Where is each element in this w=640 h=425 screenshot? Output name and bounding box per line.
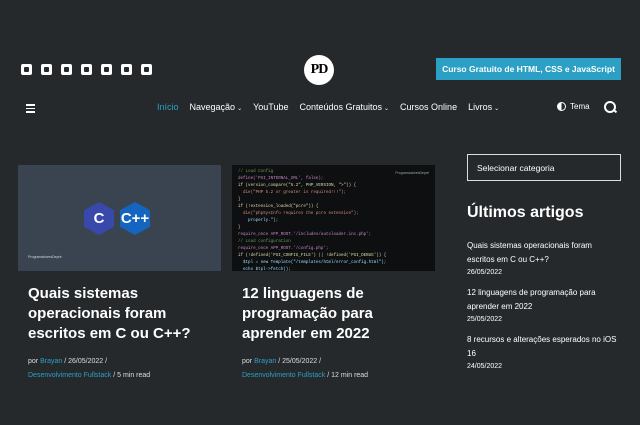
nav-item-cursos-online[interactable]: Cursos Online — [400, 102, 457, 112]
latest-article-link[interactable]: 12 linguagens de programação para aprend… — [467, 286, 621, 314]
chevron-down-icon: ⌄ — [494, 106, 500, 112]
site-header: PD Curso Gratuito de HTML, CSS e JavaScr… — [0, 0, 640, 140]
cpp-logo-icon: C++ — [120, 202, 150, 235]
site-logo[interactable]: PD — [304, 55, 334, 85]
contrast-icon — [557, 102, 566, 111]
post-card: C C++ ProgramadoresDepré Quais sistemas … — [18, 165, 221, 383]
post-card: ProgramadoresDepré // Load Config define… — [232, 165, 435, 383]
search-icon[interactable] — [604, 101, 618, 114]
nav-item-conteudos-gratuitos[interactable]: Conteúdos Gratuitos ⌄ — [299, 102, 389, 112]
post-date: 25/05/2022 — [282, 358, 318, 365]
telegram-icon[interactable] — [101, 64, 112, 75]
latest-articles-heading: Últimos artigos — [467, 204, 584, 221]
author-link[interactable]: Brayan — [40, 358, 62, 365]
main-nav: Início Navegação ⌄ YouTube Conteúdos Grat… — [157, 102, 510, 112]
latest-article: Quais sistemas operacionais foram escrit… — [467, 239, 621, 276]
facebook-icon[interactable] — [21, 64, 32, 75]
post-thumbnail[interactable]: ProgramadoresDepré // Load Config define… — [232, 165, 435, 271]
latest-article: 12 linguagens de programação para aprend… — [467, 286, 621, 323]
post-title[interactable]: Quais sistemas operacionais foram escrit… — [18, 284, 218, 344]
post-thumbnail[interactable]: C C++ ProgramadoresDepré — [18, 165, 221, 271]
social-links — [21, 64, 152, 75]
menu-icon[interactable] — [26, 104, 35, 115]
chevron-down-icon: ⌄ — [384, 106, 390, 112]
latest-article-link[interactable]: 8 recursos e alterações esperados no iOS… — [467, 333, 621, 361]
rss-icon[interactable] — [141, 64, 152, 75]
nav-item-livros[interactable]: Livros ⌄ — [468, 102, 499, 112]
post-date: 26/05/2022 — [68, 358, 104, 365]
thumbnail-watermark: ProgramadoresDepré — [28, 255, 62, 259]
latest-article-date: 24/05/2022 — [467, 363, 503, 370]
latest-article-date: 26/05/2022 — [467, 269, 503, 276]
instagram-icon[interactable] — [81, 64, 92, 75]
page-bottom-mask — [0, 378, 640, 425]
category-select[interactable]: Selecionar categoria — [467, 154, 621, 181]
github-icon[interactable] — [121, 64, 132, 75]
c-logo-icon: C — [84, 202, 114, 235]
youtube-icon[interactable] — [61, 64, 72, 75]
latest-article-date: 25/05/2022 — [467, 316, 503, 323]
latest-article-link[interactable]: Quais sistemas operacionais foram escrit… — [467, 239, 621, 267]
nav-item-youtube[interactable]: YouTube — [253, 102, 288, 112]
nav-item-navegacao[interactable]: Navegação ⌄ — [190, 102, 243, 112]
twitter-icon[interactable] — [41, 64, 52, 75]
chevron-down-icon: ⌄ — [237, 106, 243, 112]
theme-toggle[interactable]: Tema — [557, 102, 590, 111]
thumbnail-watermark: ProgramadoresDepré — [395, 171, 429, 175]
post-title[interactable]: 12 linguagens de programação para aprend… — [232, 284, 432, 344]
sidebar: Selecionar categoria Últimos artigos Qua… — [467, 154, 621, 380]
free-course-button[interactable]: Curso Gratuito de HTML, CSS e JavaScript — [436, 58, 621, 80]
theme-label: Tema — [570, 102, 590, 111]
latest-article: 8 recursos e alterações esperados no iOS… — [467, 333, 621, 370]
nav-item-inicio[interactable]: Início — [157, 102, 179, 112]
author-link[interactable]: Brayan — [254, 358, 276, 365]
code-image: // Load Config define('PSI_INTERNAL_XML'… — [238, 170, 387, 271]
